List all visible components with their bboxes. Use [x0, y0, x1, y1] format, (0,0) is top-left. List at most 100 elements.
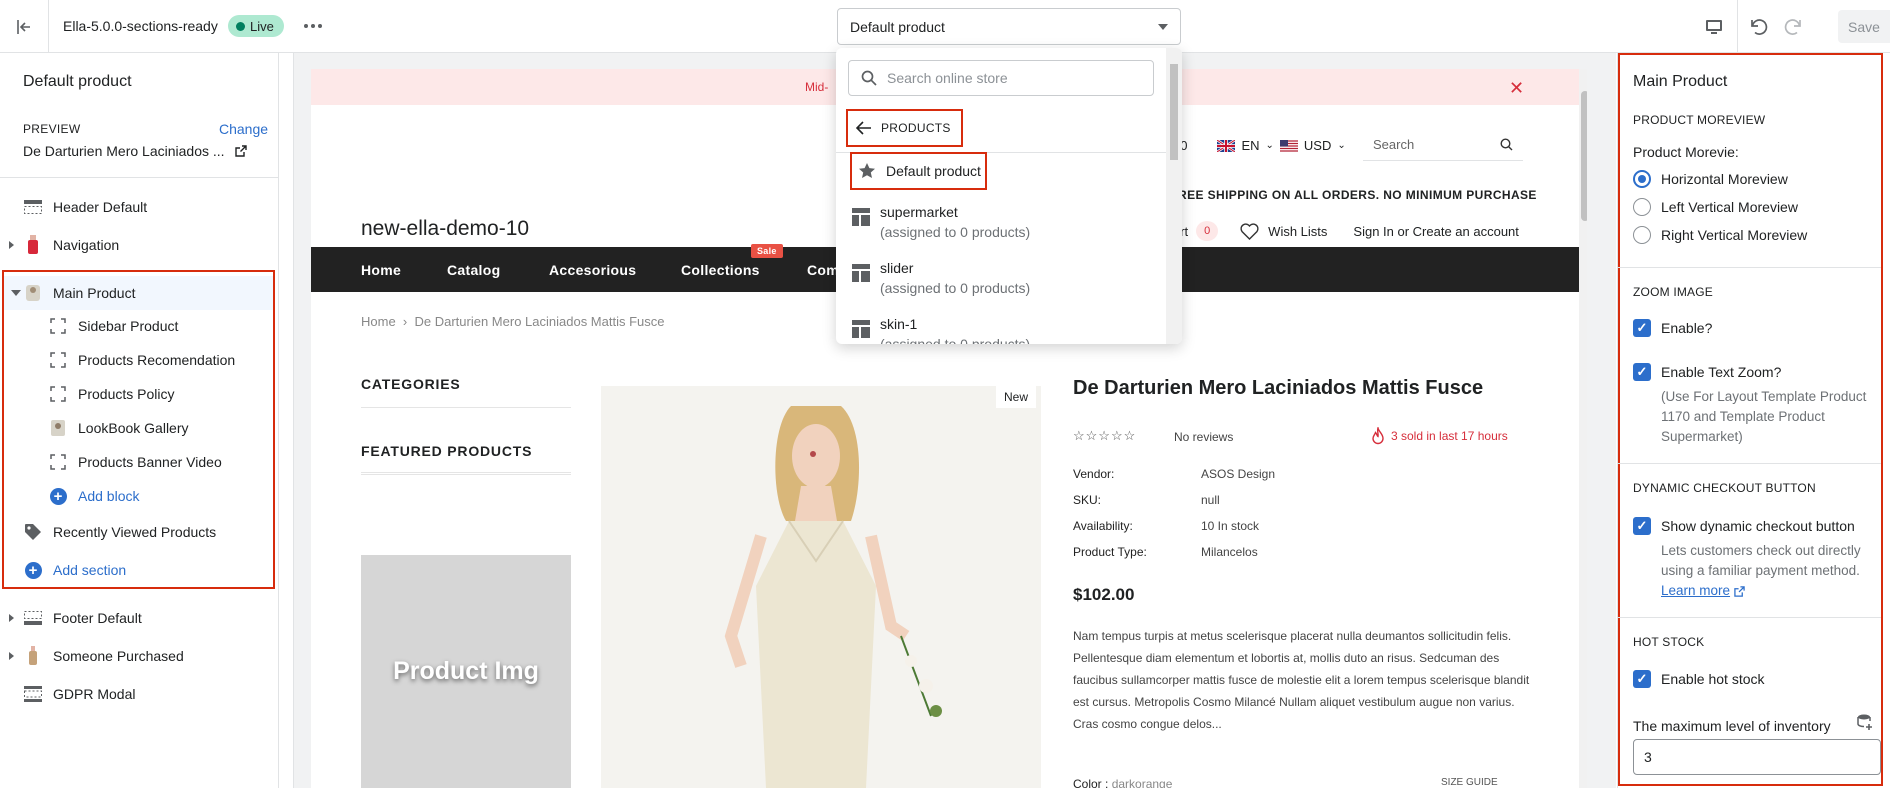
nav-collections[interactable]: Collections Sale [681, 244, 783, 278]
block-label: Products Policy [78, 386, 175, 402]
rating-stars[interactable]: ☆☆☆☆☆ [1073, 428, 1136, 444]
template-title: Default product [23, 73, 132, 90]
more-actions-button[interactable] [300, 16, 326, 36]
block-lookbook-gallery[interactable]: LookBook Gallery [48, 413, 189, 443]
template-icon [852, 208, 870, 226]
divider [361, 474, 571, 475]
template-dropdown: Search online store PRODUCTS Default pro… [836, 48, 1182, 344]
change-preview-link[interactable]: Change [219, 121, 268, 137]
store-logo[interactable]: new-ella-demo-10 [361, 217, 529, 241]
dropdown-item-default-product[interactable]: Default product [850, 152, 987, 190]
learn-more-link[interactable]: Learn more [1661, 581, 1745, 601]
product-main-image[interactable]: New [601, 386, 1041, 788]
chevron-down-icon: ⌄ [1337, 140, 1346, 151]
live-dot-icon [236, 21, 245, 31]
redo-icon [1784, 18, 1801, 35]
expand-arrow-icon[interactable] [9, 614, 14, 622]
radio-label: Right Vertical Moreview [1661, 227, 1808, 243]
radio-horizontal-moreview[interactable]: Horizontal Moreview [1633, 170, 1788, 188]
checkbox-zoom-enable[interactable]: ✓ Enable? [1633, 319, 1712, 337]
someone-purchased-thumbnail-icon [23, 646, 43, 666]
section-gdpr-modal[interactable]: GDPR Modal [23, 679, 135, 709]
dropdown-item-skin-1[interactable]: skin-1 (assigned to 0 products) [852, 314, 1030, 344]
add-section-button[interactable]: + Add section [23, 555, 126, 585]
checkmark-icon[interactable]: ✓ [1633, 319, 1651, 337]
nav-accesorious[interactable]: Accesorious [549, 262, 636, 278]
add-block-button[interactable]: + Add block [48, 481, 139, 511]
block-icon [48, 316, 68, 336]
section-navigation[interactable]: Navigation [0, 230, 279, 260]
close-icon[interactable]: ✕ [1509, 78, 1524, 99]
section-main-product[interactable]: Main Product [4, 276, 273, 310]
dropdown-item-supermarket[interactable]: supermarket (assigned to 0 products) [852, 202, 1030, 242]
checkout-help-text: Lets customers check out directly using … [1661, 543, 1861, 578]
section-recently-viewed[interactable]: Recently Viewed Products [23, 517, 216, 547]
checkmark-icon[interactable]: ✓ [1633, 517, 1651, 535]
size-guide-link[interactable]: SIZE GUIDE [1441, 777, 1498, 788]
checkbox-label: Show dynamic checkout button [1661, 518, 1855, 534]
exit-button[interactable] [0, 0, 49, 53]
currency-selector[interactable]: USD [1304, 138, 1331, 153]
save-button[interactable]: Save [1838, 10, 1890, 43]
back-to-products-button[interactable]: PRODUCTS [846, 109, 963, 147]
store-search-input[interactable]: Search [1363, 129, 1523, 161]
scrollbar-thumb[interactable] [1581, 91, 1587, 221]
redo-button[interactable] [1776, 0, 1812, 53]
nav-home[interactable]: Home [361, 262, 401, 278]
section-footer-default[interactable]: Footer Default [0, 603, 279, 633]
block-sidebar-product[interactable]: Sidebar Product [48, 311, 178, 341]
checkmark-icon[interactable]: ✓ [1633, 363, 1651, 381]
model-dress-image [601, 386, 1041, 788]
dropdown-item-title: skin-1 [880, 316, 918, 332]
dynamic-source-icon[interactable] [1856, 713, 1874, 731]
checkbox-text-zoom[interactable]: ✓ Enable Text Zoom? [1633, 363, 1781, 381]
section-header-default[interactable]: Header Default [23, 192, 147, 222]
template-select[interactable]: Default product [837, 8, 1181, 45]
collapse-arrow-icon[interactable] [11, 290, 21, 296]
nav-more[interactable]: Com [807, 262, 839, 278]
dropdown-item-text: supermarket (assigned to 0 products) [880, 202, 1030, 242]
spec-label: SKU: [1073, 493, 1102, 507]
desktop-view-button[interactable] [1690, 0, 1738, 53]
spec-label: Availability: [1073, 519, 1133, 533]
footer-section-icon [23, 608, 43, 628]
expand-arrow-icon[interactable] [9, 241, 14, 249]
dropdown-search-input[interactable]: Search online store [848, 60, 1154, 96]
language-selector[interactable]: EN [1241, 138, 1259, 153]
max-inventory-input[interactable]: 3 [1633, 739, 1881, 775]
breadcrumb-home[interactable]: Home [361, 314, 396, 329]
checkbox-label: Enable Text Zoom? [1661, 364, 1782, 380]
dropdown-item-text: slider (assigned to 0 products) [880, 258, 1030, 298]
expand-arrow-icon[interactable] [9, 652, 14, 660]
preview-scrollbar[interactable] [1579, 69, 1587, 788]
radio-left-vertical-moreview[interactable]: Left Vertical Moreview [1633, 198, 1798, 216]
block-products-policy[interactable]: Products Policy [48, 379, 174, 409]
checkmark-icon[interactable]: ✓ [1633, 670, 1651, 688]
featured-product-image[interactable]: Product Img [361, 555, 571, 788]
preview-product[interactable]: De Darturien Mero Laciniados ... [23, 143, 247, 159]
sold-counter: 3 sold in last 17 hours [1371, 427, 1508, 445]
checkbox-hot-stock[interactable]: ✓ Enable hot stock [1633, 670, 1765, 688]
section-someone-purchased[interactable]: Someone Purchased [0, 641, 279, 671]
dropdown-scrollbar[interactable] [1166, 48, 1182, 344]
radio-right-vertical-moreview[interactable]: Right Vertical Moreview [1633, 226, 1807, 244]
radio-selected-icon[interactable] [1633, 170, 1651, 188]
section-label: Recently Viewed Products [53, 524, 217, 540]
sidebar-scrollbar[interactable] [280, 53, 294, 788]
checkbox-dynamic-checkout[interactable]: ✓ Show dynamic checkout button [1633, 517, 1855, 535]
signin-link[interactable]: Sign In or Create an account [1353, 224, 1519, 239]
radio-icon[interactable] [1633, 226, 1651, 244]
theme-name: Ella-5.0.0-sections-ready [63, 18, 218, 34]
radio-icon[interactable] [1633, 198, 1651, 216]
block-products-recomendation[interactable]: Products Recomendation [48, 345, 235, 375]
fire-icon [1372, 427, 1384, 445]
nav-catalog[interactable]: Catalog [447, 262, 500, 278]
block-label: Products Banner Video [78, 454, 222, 470]
undo-button[interactable] [1740, 0, 1776, 53]
section-label: Navigation [53, 237, 120, 253]
wishlist-link[interactable]: Wish Lists [1268, 224, 1327, 239]
scrollbar-thumb[interactable] [1170, 64, 1178, 160]
navigation-thumbnail-icon [23, 235, 43, 255]
block-products-banner-video[interactable]: Products Banner Video [48, 447, 222, 477]
dropdown-item-slider[interactable]: slider (assigned to 0 products) [852, 258, 1030, 298]
